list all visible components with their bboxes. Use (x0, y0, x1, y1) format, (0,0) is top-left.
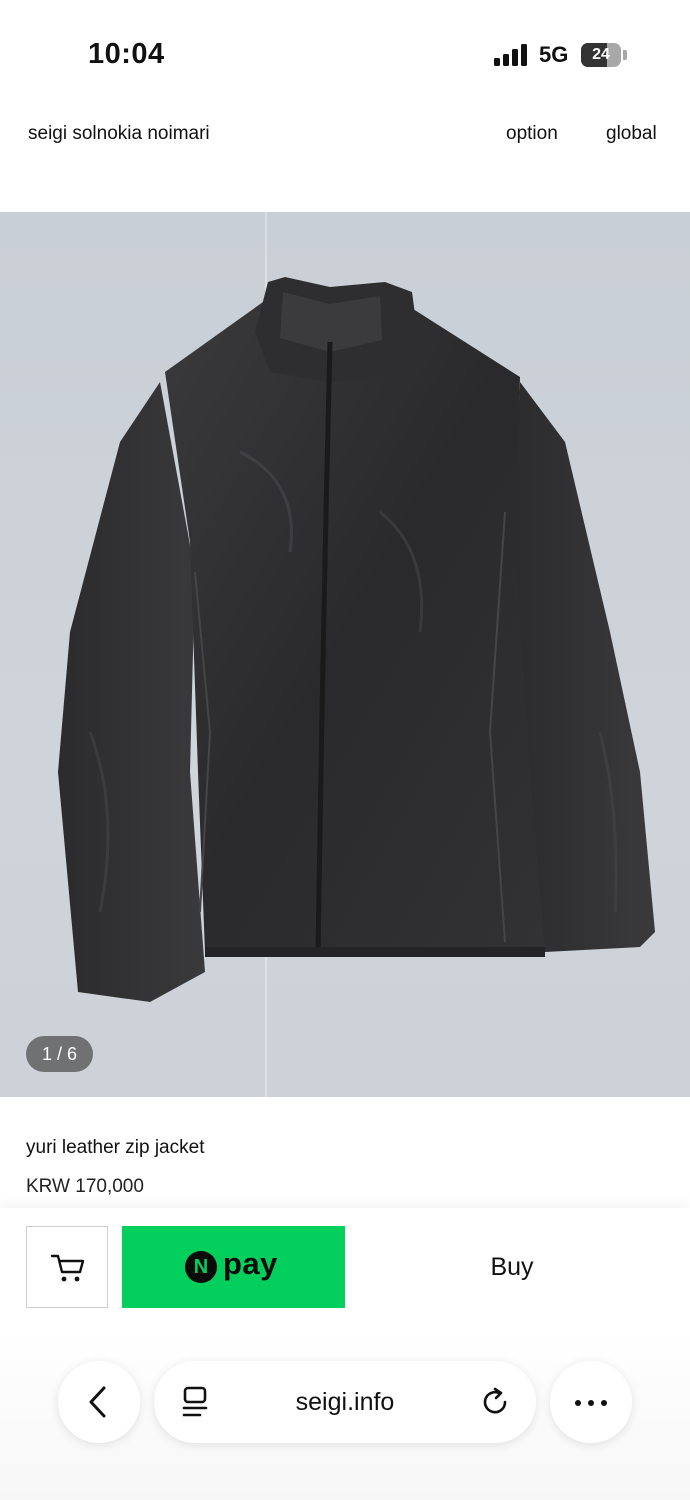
nav-global-link[interactable]: global (606, 123, 657, 145)
add-to-cart-button[interactable] (26, 1226, 108, 1308)
nav-option-link[interactable]: option (506, 123, 558, 145)
more-icon (575, 1400, 581, 1406)
battery-cap (623, 50, 627, 60)
address-bar[interactable]: seigi.info (154, 1361, 536, 1443)
reader-icon[interactable] (180, 1385, 210, 1419)
naver-pay-button[interactable]: N pay (122, 1226, 345, 1308)
browser-toolbar: seigi.info (0, 1326, 690, 1500)
naver-pay-label: pay (223, 1246, 278, 1281)
image-counter-badge: 1 / 6 (26, 1036, 93, 1072)
product-price: KRW 170,000 (26, 1176, 144, 1197)
back-arrow-icon (89, 1386, 106, 1418)
more-options-button[interactable] (550, 1361, 632, 1443)
status-bar: 10:04 5G 24 (0, 0, 690, 100)
brand-logo-link[interactable]: seigi solnokia noimari (28, 123, 210, 145)
battery-level: 24 (592, 46, 610, 63)
buy-button[interactable]: Buy (360, 1226, 664, 1308)
url-text[interactable]: seigi.info (240, 1361, 450, 1443)
battery-icon: 24 (581, 43, 621, 67)
reload-icon[interactable] (479, 1386, 511, 1418)
product-name: yuri leather zip jacket (26, 1137, 205, 1158)
naver-pay-logo-icon: N (185, 1251, 217, 1283)
product-image-gallery[interactable]: 1 / 6 (0, 212, 690, 1097)
product-photo-jacket (58, 277, 655, 1002)
status-time: 10:04 (88, 38, 165, 70)
site-header: seigi solnokia noimari option global (0, 100, 690, 170)
cart-icon (50, 1254, 85, 1282)
cellular-signal-icon (494, 44, 530, 66)
network-type: 5G (539, 42, 569, 67)
browser-back-button[interactable] (58, 1361, 140, 1443)
purchase-bar: N pay Buy (0, 1208, 690, 1326)
